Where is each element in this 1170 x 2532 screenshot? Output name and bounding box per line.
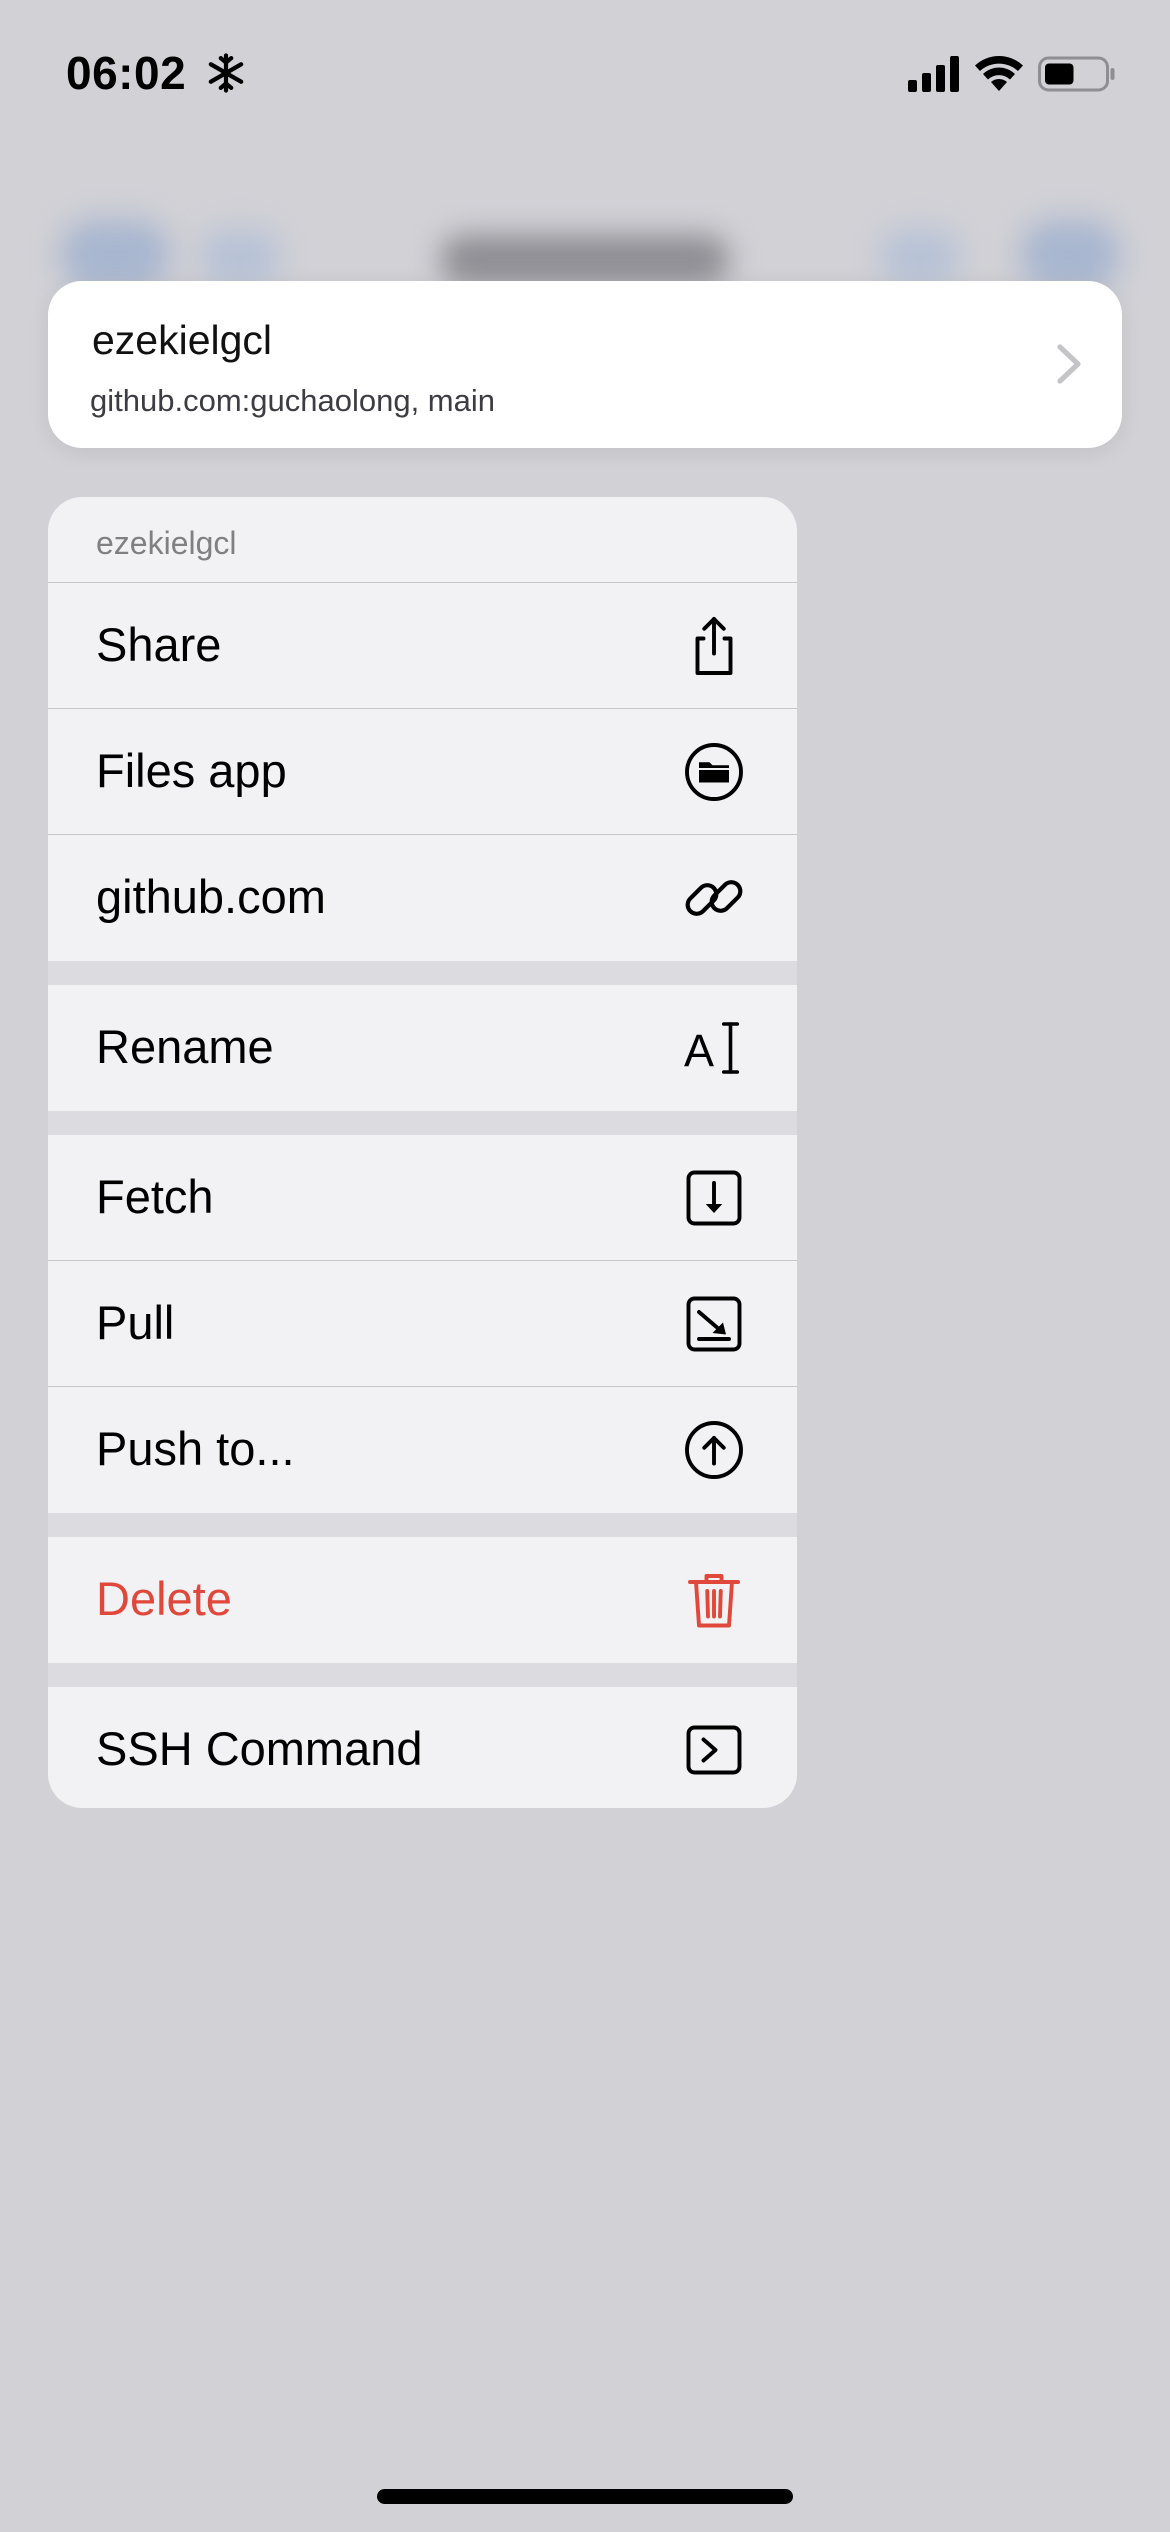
menu-group-separator — [48, 961, 797, 985]
menu-item-label: Share — [96, 618, 222, 671]
menu-item-delete[interactable]: Delete — [48, 1537, 797, 1663]
menu-item-label: SSH Command — [96, 1722, 423, 1775]
menu-item-label: github.com — [96, 870, 326, 923]
push-icon — [685, 1421, 743, 1479]
menu-item-rename[interactable]: Rename A — [48, 985, 797, 1111]
link-icon — [685, 880, 743, 916]
pull-icon — [686, 1296, 742, 1352]
menu-header: ezekielgcl — [48, 497, 797, 583]
fetch-icon — [686, 1170, 742, 1226]
snowflake-icon — [208, 53, 244, 93]
cellular-signal-icon — [908, 56, 959, 92]
home-indicator[interactable] — [377, 2489, 793, 2504]
menu-group-separator — [48, 1513, 797, 1537]
menu-item-label: Push to... — [96, 1422, 295, 1475]
menu-item-label: Rename — [96, 1020, 274, 1073]
menu-item-files-app[interactable]: Files app — [48, 709, 797, 835]
repository-name: ezekielgcl — [92, 317, 273, 363]
terminal-icon — [686, 1725, 742, 1775]
status-time: 06:02 — [66, 47, 187, 99]
menu-item-github[interactable]: github.com — [48, 835, 797, 961]
text-cursor-icon: A — [684, 1022, 740, 1076]
svg-text:A: A — [684, 1025, 714, 1076]
menu-item-ssh-command[interactable]: SSH Command — [48, 1687, 797, 1808]
status-bar: 06:02 — [0, 0, 1170, 150]
status-icons — [908, 52, 1116, 96]
menu-item-label: Fetch — [96, 1170, 214, 1223]
menu-item-share[interactable]: Share — [48, 583, 797, 709]
battery-icon — [1038, 56, 1115, 92]
menu-item-fetch[interactable]: Fetch — [48, 1135, 797, 1261]
repository-preview-card[interactable]: ezekielgcl github.com:guchaolong, main — [48, 281, 1122, 448]
menu-item-label: Pull — [96, 1296, 175, 1349]
folder-icon — [685, 743, 743, 801]
menu-header-title: ezekielgcl — [96, 525, 237, 561]
menu-item-push[interactable]: Push to... — [48, 1387, 797, 1513]
trash-icon — [688, 1574, 740, 1628]
wifi-icon — [975, 55, 1023, 91]
menu-item-pull[interactable]: Pull — [48, 1261, 797, 1387]
repository-remote-branch: github.com:guchaolong, main — [90, 383, 495, 418]
share-icon — [695, 617, 733, 675]
menu-group-separator — [48, 1663, 797, 1687]
chevron-right-icon — [1057, 344, 1081, 384]
menu-item-label: Files app — [96, 744, 287, 797]
menu-group-separator — [48, 1111, 797, 1135]
context-menu: ezekielgcl Share Files app github.com Re… — [48, 497, 797, 1808]
menu-item-label: Delete — [96, 1572, 232, 1625]
